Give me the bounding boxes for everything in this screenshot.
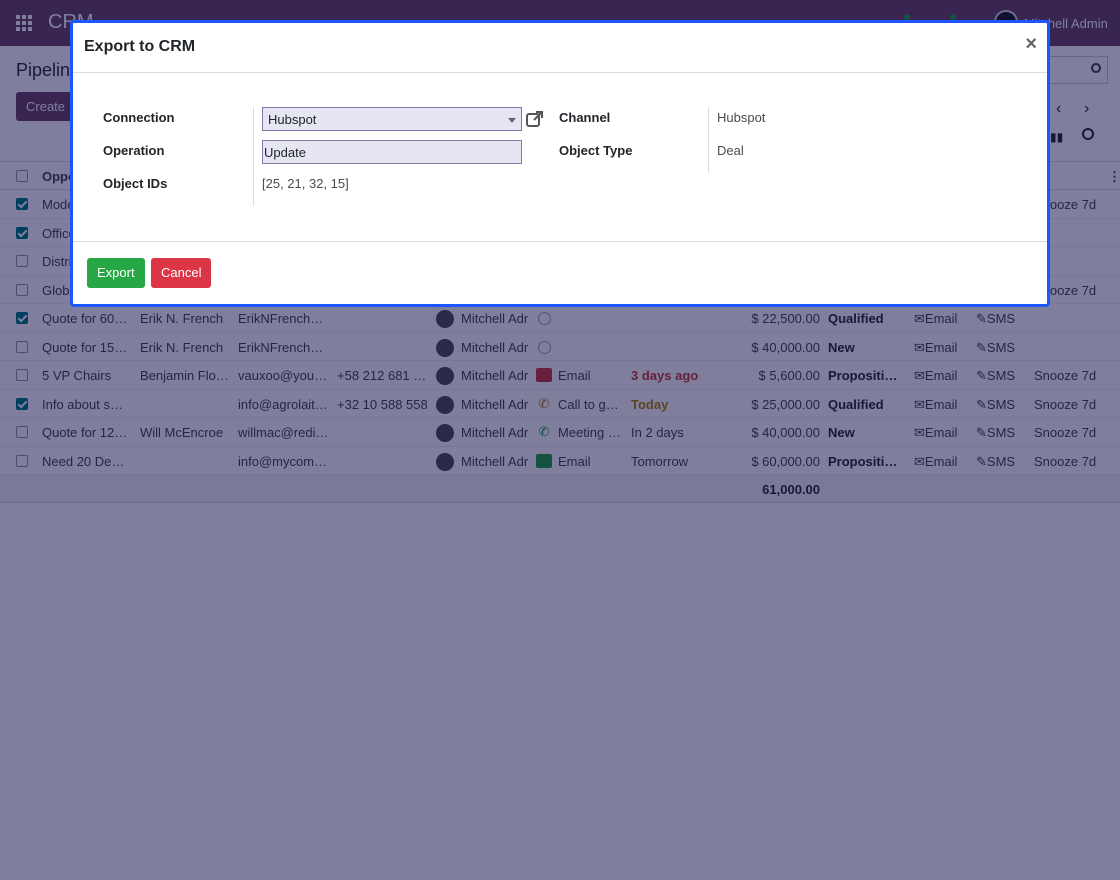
object-ids-label: Object IDs xyxy=(103,176,168,191)
object-ids-value: [25, 21, 32, 15] xyxy=(262,176,349,191)
export-button[interactable]: Export xyxy=(87,258,145,288)
modal-title: Export to CRM xyxy=(84,38,196,55)
field-divider xyxy=(708,107,709,173)
close-icon[interactable]: × xyxy=(1025,34,1037,54)
modal-footer: Export Cancel xyxy=(73,241,1047,307)
connection-select-value: Hubspot xyxy=(268,112,317,127)
connection-label: Connection xyxy=(103,110,175,125)
operation-label: Operation xyxy=(103,143,165,158)
cancel-button[interactable]: Cancel xyxy=(151,258,212,288)
object-type-label: Object Type xyxy=(559,143,633,158)
dropdown-arrow-icon[interactable] xyxy=(508,118,516,123)
field-divider xyxy=(253,107,254,206)
operation-field[interactable]: Update xyxy=(262,140,522,164)
modal-body: Connection Operation Object IDs Hubspot … xyxy=(73,73,1047,241)
channel-label: Channel xyxy=(559,110,611,125)
connection-select[interactable]: Hubspot xyxy=(262,107,522,131)
modal-header: Export to CRM × xyxy=(73,23,1047,73)
channel-value: Hubspot xyxy=(717,110,766,125)
external-link-icon[interactable] xyxy=(525,109,545,129)
object-type-value: Deal xyxy=(717,143,744,158)
export-to-crm-dialog: Export to CRM × Connection Operation Obj… xyxy=(70,20,1050,307)
